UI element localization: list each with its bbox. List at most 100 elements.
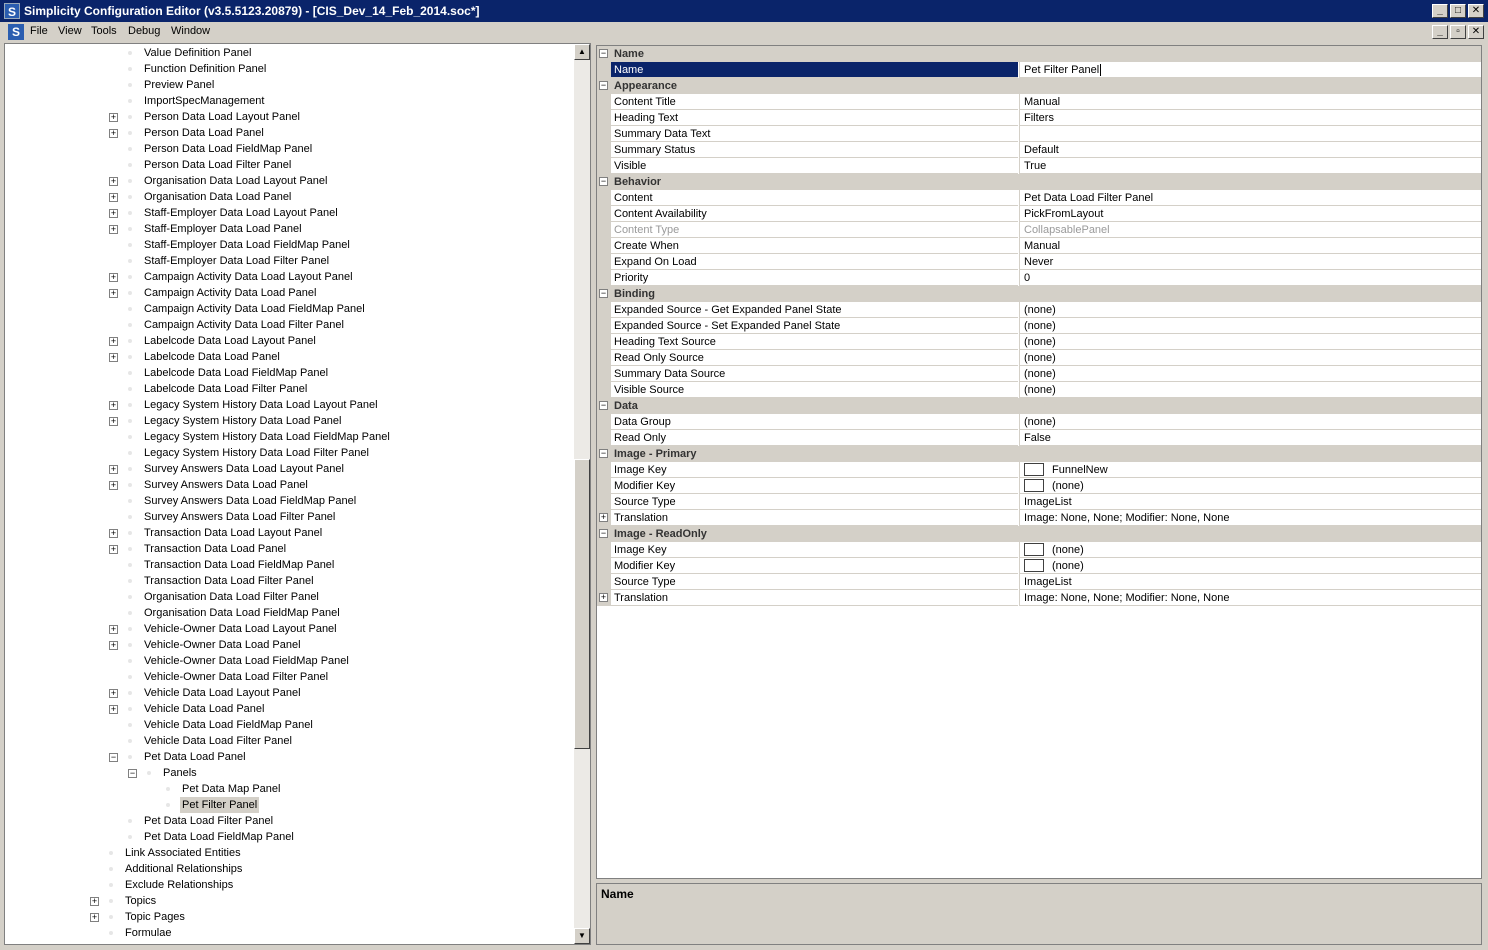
property-value[interactable]: Default: [1019, 142, 1481, 158]
document-icon[interactable]: S: [8, 24, 24, 40]
property-value[interactable]: Image: None, None; Modifier: None, None: [1019, 510, 1481, 526]
property-value[interactable]: (none): [1019, 382, 1481, 398]
tree-node[interactable]: + Vehicle Data Load Panel: [5, 701, 573, 717]
scroll-down-button[interactable]: ▼: [574, 928, 590, 944]
property-value[interactable]: Pet Data Load Filter Panel: [1019, 190, 1481, 206]
scroll-up-button[interactable]: ▲: [574, 44, 590, 60]
property-row[interactable]: Visible Source (none): [597, 382, 1481, 398]
property-value[interactable]: Never: [1019, 254, 1481, 270]
property-row[interactable]: Source Type ImageList: [597, 494, 1481, 510]
scroll-thumb[interactable]: [574, 459, 590, 749]
property-value[interactable]: True: [1019, 158, 1481, 174]
tree-node[interactable]: Transaction Data Load Filter Panel: [5, 573, 573, 589]
tree-node[interactable]: + Vehicle Data Load Layout Panel: [5, 685, 573, 701]
property-row[interactable]: Name Pet Filter Panel: [597, 62, 1481, 78]
tree-node[interactable]: + Staff-Employer Data Load Panel: [5, 221, 573, 237]
property-row[interactable]: Heading Text Source (none): [597, 334, 1481, 350]
property-row[interactable]: Read Only False: [597, 430, 1481, 446]
tree-node[interactable]: + Legacy System History Data Load Panel: [5, 413, 573, 429]
property-category[interactable]: − Data: [597, 398, 1481, 414]
app-icon[interactable]: S: [4, 3, 20, 19]
property-row[interactable]: Expanded Source - Set Expanded Panel Sta…: [597, 318, 1481, 334]
property-row[interactable]: Content Type CollapsablePanel: [597, 222, 1481, 238]
property-row[interactable]: Content Pet Data Load Filter Panel: [597, 190, 1481, 206]
tree-node[interactable]: Pet Data Map Panel: [5, 781, 573, 797]
expand-icon[interactable]: +: [90, 913, 99, 922]
property-value[interactable]: (none): [1019, 366, 1481, 382]
expand-icon[interactable]: +: [109, 641, 118, 650]
tree-node[interactable]: Function Definition Panel: [5, 61, 573, 77]
tree-node[interactable]: Preview Panel: [5, 77, 573, 93]
tree-node[interactable]: Campaign Activity Data Load Filter Panel: [5, 317, 573, 333]
close-button[interactable]: ✕: [1468, 4, 1484, 18]
property-row[interactable]: Heading Text Filters: [597, 110, 1481, 126]
tree-node[interactable]: Additional Relationships: [5, 861, 573, 877]
expand-icon[interactable]: +: [109, 353, 118, 362]
collapse-icon[interactable]: −: [599, 289, 608, 298]
tree-node[interactable]: + Vehicle-Owner Data Load Layout Panel: [5, 621, 573, 637]
tree-node[interactable]: Vehicle-Owner Data Load Filter Panel: [5, 669, 573, 685]
property-value[interactable]: (none): [1019, 350, 1481, 366]
maximize-button[interactable]: □: [1450, 4, 1466, 18]
property-category[interactable]: − Binding: [597, 286, 1481, 302]
tree-node[interactable]: + Vehicle-Owner Data Load Panel: [5, 637, 573, 653]
tree-node[interactable]: − Pet Data Load Panel: [5, 749, 573, 765]
menu-view[interactable]: View: [58, 25, 82, 37]
property-value[interactable]: [1019, 126, 1481, 142]
property-value[interactable]: Manual: [1019, 238, 1481, 254]
property-value[interactable]: (none): [1019, 558, 1481, 574]
tree-node[interactable]: Person Data Load Filter Panel: [5, 157, 573, 173]
expand-icon[interactable]: +: [109, 705, 118, 714]
property-row[interactable]: Visible True: [597, 158, 1481, 174]
tree-node[interactable]: + Campaign Activity Data Load Layout Pane…: [5, 269, 573, 285]
tree-node[interactable]: + Topic Pages: [5, 909, 573, 925]
tree-node[interactable]: + Organisation Data Load Layout Panel: [5, 173, 573, 189]
expand-icon[interactable]: +: [109, 209, 118, 218]
tree-node[interactable]: Link Associated Entities: [5, 845, 573, 861]
tree-node[interactable]: + Legacy System History Data Load Layout …: [5, 397, 573, 413]
tree-node[interactable]: + Labelcode Data Load Panel: [5, 349, 573, 365]
property-row[interactable]: Summary Status Default: [597, 142, 1481, 158]
collapse-icon[interactable]: −: [109, 753, 118, 762]
expand-icon[interactable]: +: [109, 625, 118, 634]
property-value[interactable]: (none): [1019, 334, 1481, 350]
property-row[interactable]: Image Key FunnelNew: [597, 462, 1481, 478]
tree-node[interactable]: Vehicle Data Load Filter Panel: [5, 733, 573, 749]
collapse-icon[interactable]: −: [599, 49, 608, 58]
expand-icon[interactable]: +: [109, 529, 118, 538]
collapse-icon[interactable]: −: [599, 401, 608, 410]
property-row[interactable]: Summary Data Text: [597, 126, 1481, 142]
collapse-icon[interactable]: −: [128, 769, 137, 778]
menu-tools[interactable]: Tools: [91, 25, 117, 37]
tree-node[interactable]: − Panels: [5, 765, 573, 781]
mdi-close-button[interactable]: ✕: [1468, 25, 1484, 39]
mdi-restore-button[interactable]: ▫: [1450, 25, 1466, 39]
property-row[interactable]: Modifier Key (none): [597, 478, 1481, 494]
expand-icon[interactable]: +: [109, 193, 118, 202]
collapse-icon[interactable]: −: [599, 177, 608, 186]
property-value[interactable]: (none): [1019, 478, 1481, 494]
tree-node[interactable]: + Transaction Data Load Layout Panel: [5, 525, 573, 541]
tree-node[interactable]: Labelcode Data Load Filter Panel: [5, 381, 573, 397]
property-row[interactable]: Source Type ImageList: [597, 574, 1481, 590]
expand-icon[interactable]: +: [109, 129, 118, 138]
expand-icon[interactable]: +: [109, 177, 118, 186]
tree-node[interactable]: + Topics: [5, 893, 573, 909]
property-row[interactable]: Data Group (none): [597, 414, 1481, 430]
tree-node[interactable]: + Person Data Load Panel: [5, 125, 573, 141]
expand-icon[interactable]: +: [109, 113, 118, 122]
property-value[interactable]: (none): [1019, 542, 1481, 558]
property-value[interactable]: (none): [1019, 318, 1481, 334]
property-value[interactable]: PickFromLayout: [1019, 206, 1481, 222]
configuration-tree[interactable]: Value Definition Panel Function Definitio…: [4, 43, 591, 945]
expand-icon[interactable]: +: [109, 289, 118, 298]
tree-scrollbar[interactable]: ▲ ▼: [574, 44, 590, 944]
property-value[interactable]: ImageList: [1019, 494, 1481, 510]
tree-node[interactable]: Formulae: [5, 925, 573, 941]
tree-node[interactable]: + Labelcode Data Load Layout Panel: [5, 333, 573, 349]
property-row[interactable]: Image Key (none): [597, 542, 1481, 558]
expand-icon[interactable]: +: [599, 593, 608, 602]
expand-icon[interactable]: +: [109, 337, 118, 346]
property-value[interactable]: FunnelNew: [1019, 462, 1481, 478]
property-row[interactable]: Content Availability PickFromLayout: [597, 206, 1481, 222]
